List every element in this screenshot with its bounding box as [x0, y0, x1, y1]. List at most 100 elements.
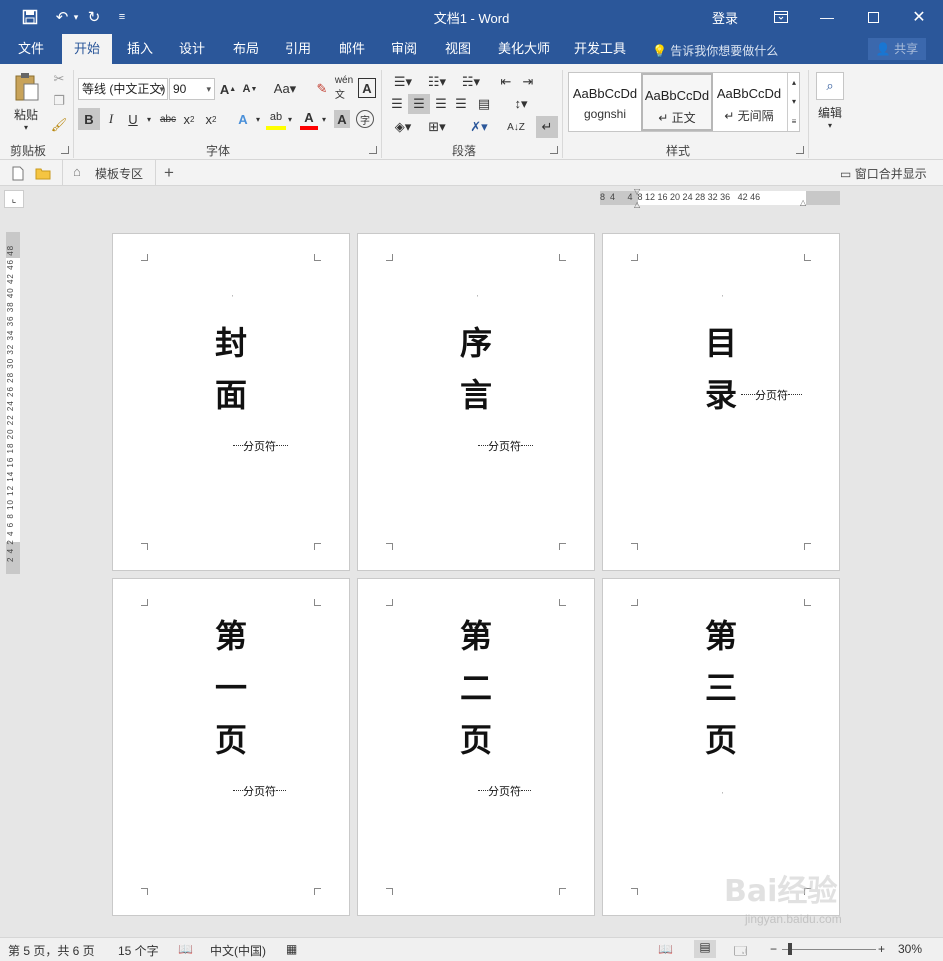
grow-font-icon[interactable]: A ▲: [220, 78, 236, 100]
editing-dropdown-icon[interactable]: ▾: [824, 120, 836, 130]
font-color-icon[interactable]: A: [300, 108, 318, 130]
styles-scroll-up-icon[interactable]: ▴: [787, 73, 800, 92]
font-launcher-icon[interactable]: [369, 146, 377, 154]
template-zone-tab[interactable]: ⌂ 模板专区: [62, 160, 156, 185]
read-mode-icon[interactable]: 📖: [658, 942, 673, 956]
horizontal-ruler[interactable]: 8 4 4 8 12 16 20 24 28 32 36 42 46 ▽ △ △: [600, 187, 840, 209]
tab-selector-icon[interactable]: ⌞: [4, 190, 24, 208]
page-preface[interactable]: ˌ 序 言 分页符: [357, 233, 595, 571]
tell-me-search[interactable]: 💡 告诉我你想要做什么: [652, 42, 778, 59]
character-shading-icon[interactable]: A: [334, 110, 350, 128]
vertical-ruler[interactable]: 2 4 2 4 6 8 10 12 14 16 18 20 22 24 26 2…: [6, 232, 20, 574]
align-right-icon[interactable]: ☰: [432, 94, 450, 114]
zoom-in-icon[interactable]: +: [878, 942, 885, 956]
paste-button[interactable]: 粘贴: [10, 106, 42, 122]
maximize-icon[interactable]: [850, 0, 896, 34]
increase-indent-icon[interactable]: ⇥: [518, 72, 538, 92]
italic-icon[interactable]: I: [102, 108, 120, 130]
page-count[interactable]: 第 5 页，共 6 页: [8, 942, 95, 959]
multilevel-list-icon[interactable]: ☵▾: [456, 72, 486, 92]
page-toc[interactable]: ˌ 目 录 分页符: [602, 233, 840, 571]
style-gognshi[interactable]: AaBbCcDd gognshi: [569, 73, 641, 131]
cut-icon[interactable]: ✂: [50, 70, 68, 88]
page-second[interactable]: 第 二 页 分页符: [357, 578, 595, 916]
paste-icon[interactable]: [10, 70, 44, 104]
copy-icon[interactable]: ❐: [50, 92, 68, 110]
print-layout-icon[interactable]: ▤: [694, 940, 716, 958]
tab-mailings[interactable]: 邮件: [330, 34, 374, 64]
bold-icon[interactable]: B: [78, 108, 100, 130]
merge-window-button[interactable]: ▭ 窗口合并显示: [840, 165, 927, 182]
font-color-dropdown-icon[interactable]: ▾: [320, 108, 328, 130]
strikethrough-icon[interactable]: abc: [158, 108, 178, 130]
zoom-out-icon[interactable]: −: [770, 942, 777, 956]
highlight-color-icon[interactable]: ab: [266, 108, 286, 130]
phonetic-guide-icon[interactable]: wén 文: [334, 75, 354, 101]
first-line-indent-marker[interactable]: ▽: [634, 187, 640, 196]
align-left-icon[interactable]: ☰: [388, 94, 406, 114]
bullets-icon[interactable]: ☰▾: [388, 72, 418, 92]
tab-review[interactable]: 审阅: [382, 34, 426, 64]
styles-more-icon[interactable]: ≡: [787, 111, 800, 131]
login-button[interactable]: 登录: [712, 8, 738, 27]
tab-layout[interactable]: 布局: [224, 34, 268, 64]
proofing-icon[interactable]: 📖: [178, 942, 193, 956]
style-no-spacing[interactable]: AaBbCcDd ↵ 无间隔: [713, 73, 785, 131]
numbering-icon[interactable]: ☷▾: [422, 72, 452, 92]
hanging-indent-marker[interactable]: △: [634, 200, 640, 209]
underline-icon[interactable]: U: [124, 108, 142, 130]
styles-scroll-down-icon[interactable]: ▾: [787, 92, 800, 111]
page-first[interactable]: 第 一 页 分页符: [112, 578, 350, 916]
zoom-slider[interactable]: [782, 949, 876, 950]
close-icon[interactable]: ✕: [896, 0, 942, 34]
tab-view[interactable]: 视图: [436, 34, 480, 64]
align-center-icon[interactable]: ☰: [408, 94, 430, 114]
language-status[interactable]: 中文(中国): [210, 942, 266, 959]
sort-icon[interactable]: A↓Z: [506, 116, 526, 138]
style-normal[interactable]: AaBbCcDd ↵ 正文: [641, 73, 713, 131]
highlight-dropdown-icon[interactable]: ▾: [286, 108, 294, 130]
web-layout-icon[interactable]: 🗔: [734, 942, 747, 961]
font-name-select[interactable]: 等线 (中文正文) ▾: [78, 78, 168, 100]
page-cover[interactable]: ˌ 封 面 分页符: [112, 233, 350, 571]
tab-design[interactable]: 设计: [170, 34, 214, 64]
subscript-icon[interactable]: x2: [180, 108, 198, 130]
tab-references[interactable]: 引用: [276, 34, 320, 64]
text-effects-dropdown-icon[interactable]: ▾: [254, 108, 262, 130]
shading-icon[interactable]: ◈▾: [388, 116, 418, 138]
shrink-font-icon[interactable]: A ▼: [242, 78, 258, 100]
add-tab-icon[interactable]: +: [160, 163, 178, 183]
change-case-icon[interactable]: Aa▾: [270, 78, 300, 100]
paragraph-launcher-icon[interactable]: [550, 146, 558, 154]
enclose-characters-icon[interactable]: 字: [356, 110, 374, 128]
tab-beautify-master[interactable]: 美化大师: [492, 34, 556, 64]
share-button[interactable]: 👤 共享: [868, 38, 926, 60]
show-hide-marks-icon[interactable]: ↵: [536, 116, 558, 138]
tab-insert[interactable]: 插入: [118, 34, 162, 64]
find-icon[interactable]: ⌕: [816, 72, 844, 100]
format-painter-icon[interactable]: 🖌: [50, 116, 68, 134]
line-spacing-icon[interactable]: ↕▾: [506, 94, 536, 114]
macro-record-icon[interactable]: ▦: [286, 942, 297, 956]
borders-icon[interactable]: ⊞▾: [422, 116, 452, 138]
text-effects-icon[interactable]: A: [232, 108, 254, 130]
underline-dropdown-icon[interactable]: ▾: [144, 108, 154, 130]
zoom-slider-thumb[interactable]: [788, 943, 792, 955]
clear-formatting-icon[interactable]: ✎: [312, 78, 332, 100]
zoom-level[interactable]: 30%: [898, 942, 922, 956]
ribbon-display-options-icon[interactable]: [758, 0, 804, 34]
tab-file[interactable]: 文件: [8, 34, 54, 64]
tab-home[interactable]: 开始: [62, 34, 112, 64]
character-border-icon[interactable]: A: [358, 78, 376, 98]
font-size-select[interactable]: 90 ▾: [169, 78, 215, 100]
tab-developer[interactable]: 开发工具: [568, 34, 632, 64]
right-indent-marker[interactable]: △: [800, 198, 806, 207]
distributed-icon[interactable]: ▤: [474, 94, 494, 114]
justify-icon[interactable]: ☰: [452, 94, 470, 114]
styles-launcher-icon[interactable]: [796, 146, 804, 154]
superscript-icon[interactable]: x2: [202, 108, 220, 130]
clipboard-launcher-icon[interactable]: [61, 146, 69, 154]
minimize-icon[interactable]: —: [804, 0, 850, 34]
open-folder-icon[interactable]: [34, 164, 52, 182]
new-document-icon[interactable]: [10, 164, 26, 182]
